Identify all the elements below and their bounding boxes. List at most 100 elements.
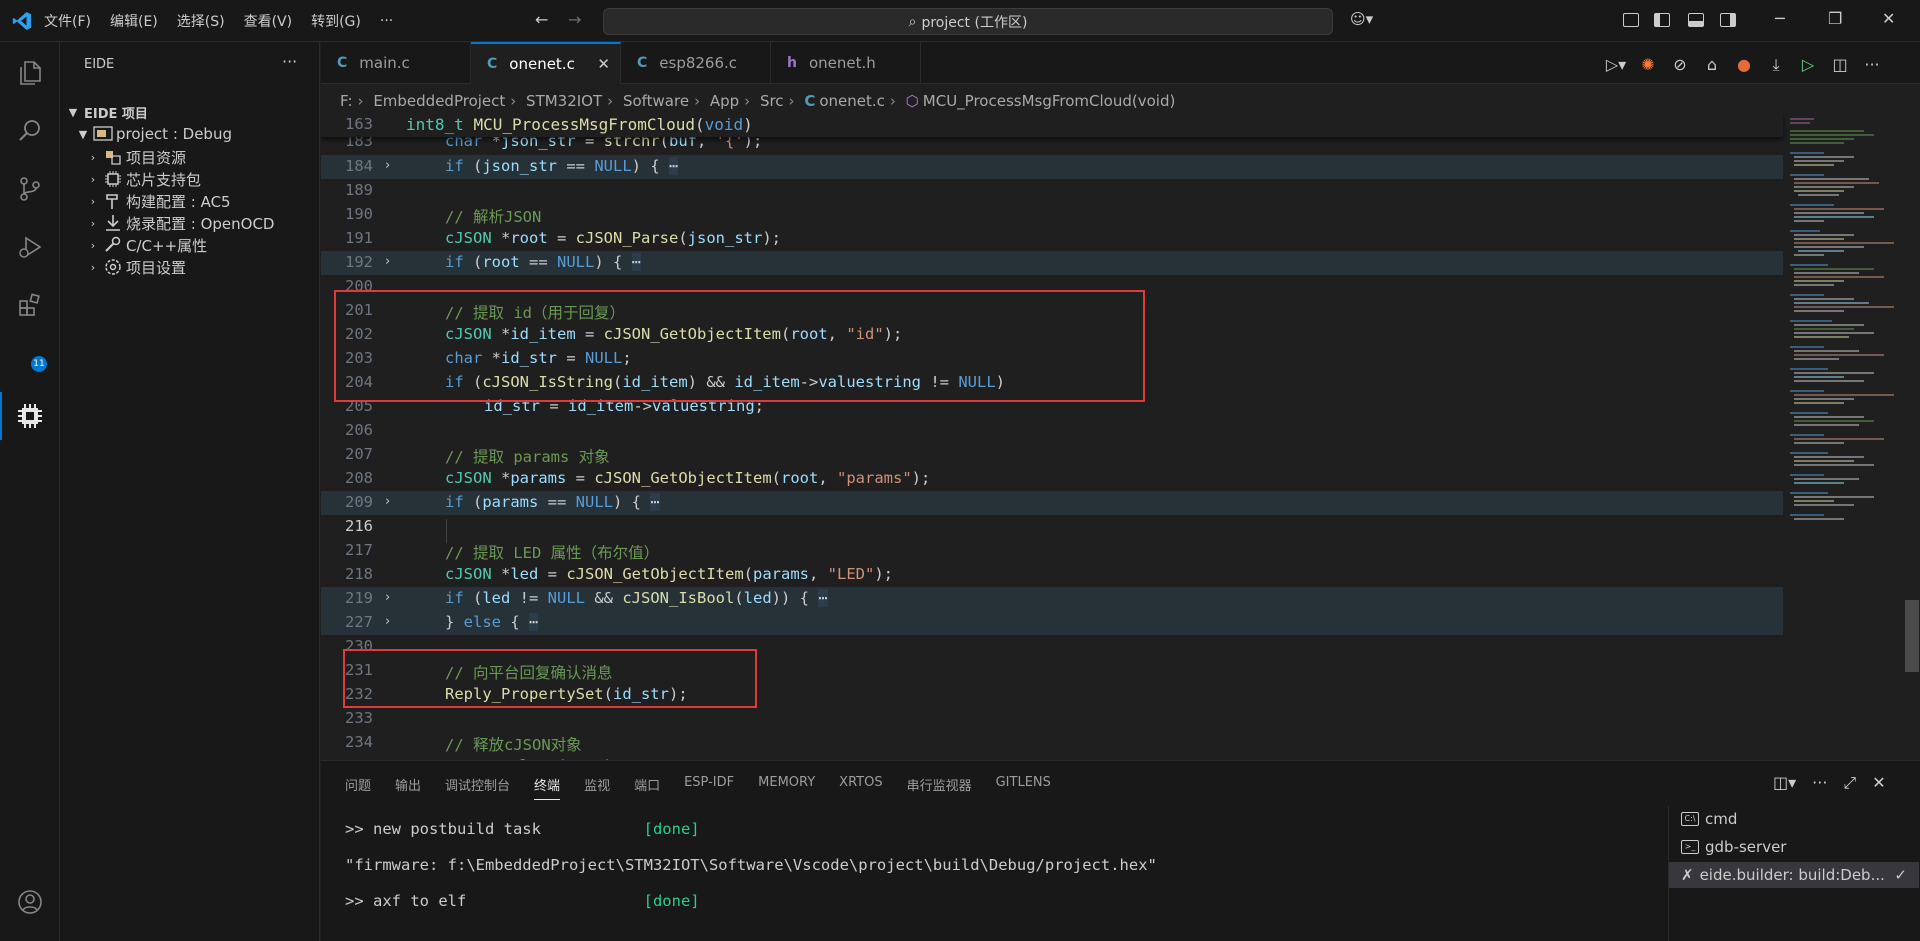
breadcrumb-item[interactable]: App: [710, 92, 739, 110]
tree-project[interactable]: ▼ project : Debug: [60, 123, 320, 145]
panel-tab-output[interactable]: 输出: [395, 775, 421, 800]
minimize-icon[interactable]: ─: [1775, 9, 1785, 28]
explorer-icon[interactable]: [14, 57, 46, 89]
panel-tab-xrtos[interactable]: XRTOS: [839, 775, 882, 800]
panel-tab-terminal[interactable]: 终端: [534, 775, 561, 800]
tab-main-c[interactable]: C main.c: [321, 42, 471, 84]
toggle-primary-sidebar-icon[interactable]: [1654, 13, 1670, 27]
play-icon[interactable]: ▷: [1792, 55, 1824, 75]
copilot-icon[interactable]: ☺▾: [1350, 10, 1373, 28]
extensions-icon[interactable]: [14, 289, 46, 321]
tree-item-resources[interactable]: › 项目资源: [60, 146, 320, 168]
code-line-folded[interactable]: 219 › if (led != NULL && cJSON_IsBool(le…: [321, 587, 1783, 611]
menu-view[interactable]: 查看(V): [244, 11, 293, 31]
eide-chip-icon[interactable]: [14, 400, 46, 432]
panel-tab-memory[interactable]: MEMORY: [758, 775, 815, 800]
close-tab-icon[interactable]: ✕: [597, 55, 610, 73]
sticky-scroll[interactable]: 163 int8_t MCU_ProcessMsgFromCloud(void): [321, 113, 1783, 137]
panel-tab-gitlens[interactable]: GITLENS: [996, 775, 1051, 800]
tab-onenet-h[interactable]: h onenet.h: [771, 42, 921, 84]
restore-icon[interactable]: ❐: [1828, 9, 1842, 28]
panel-tab-esp-idf[interactable]: ESP-IDF: [684, 775, 734, 800]
run-dropdown-icon[interactable]: ▷▾: [1600, 55, 1632, 75]
sparkle-icon[interactable]: ✺: [1632, 55, 1664, 75]
scrollbar-thumb[interactable]: [1905, 600, 1919, 672]
code-line-folded[interactable]: 192 › if (root == NULL) { ⋯: [321, 251, 1783, 275]
account-icon[interactable]: [14, 886, 46, 918]
code-line-folded[interactable]: 209 › if (params == NULL) { ⋯: [321, 491, 1783, 515]
more-actions-icon[interactable]: ···: [1812, 773, 1827, 793]
code-line[interactable]: 233: [321, 707, 1783, 731]
line-number: 190: [345, 205, 373, 223]
flash-download-icon[interactable]: ⤓: [1760, 55, 1792, 75]
close-panel-icon[interactable]: ✕: [1872, 773, 1885, 793]
panel-tab-problems[interactable]: 问题: [345, 775, 371, 800]
eye-off-icon[interactable]: ⊘: [1664, 55, 1696, 75]
tab-onenet-c[interactable]: C onenet.c ✕: [471, 42, 621, 84]
code-line-folded[interactable]: 227 › } else { ⋯: [321, 611, 1783, 635]
forward-arrow-icon[interactable]: →: [568, 10, 581, 29]
toggle-secondary-sidebar-icon[interactable]: [1720, 13, 1736, 27]
breadcrumb-item[interactable]: EmbeddedProject: [373, 92, 505, 110]
maximize-panel-icon[interactable]: ⤢: [1843, 773, 1856, 793]
customize-layout-icon[interactable]: [1623, 13, 1639, 27]
more-actions-icon[interactable]: ···: [1856, 55, 1888, 75]
tree-label: 构建配置 : AC5: [126, 192, 231, 211]
code-line[interactable]: 234 // 释放cJSON对象: [321, 731, 1783, 755]
terminal-item-eide-builder[interactable]: ✗ eide.builder: build:Deb... ✓: [1669, 862, 1919, 888]
breadcrumb-item[interactable]: Software: [623, 92, 689, 110]
code-line[interactable]: 206: [321, 419, 1783, 443]
code-line[interactable]: 217 // 提取 LED 属性（布尔值）: [321, 539, 1783, 563]
panel-tab-ports[interactable]: 端口: [634, 775, 660, 800]
minimap[interactable]: [1784, 113, 1904, 533]
code-editor[interactable]: 163 int8_t MCU_ProcessMsgFromCloud(void)…: [321, 113, 1920, 760]
breadcrumb-item[interactable]: MCU_ProcessMsgFromCloud(void): [923, 92, 1176, 110]
fold-chevron-icon[interactable]: ›: [385, 158, 390, 173]
code-line[interactable]: 189: [321, 179, 1783, 203]
code-line[interactable]: 216: [321, 515, 1783, 539]
cc-icon[interactable]: ●: [1728, 55, 1760, 75]
panel-tab-debug-console[interactable]: 调试控制台: [445, 775, 510, 800]
breadcrumb-item[interactable]: onenet.c: [819, 92, 885, 110]
code-line[interactable]: 208 cJSON *params = cJSON_GetObjectItem(…: [321, 467, 1783, 491]
code-line[interactable]: 190 // 解析JSON: [321, 203, 1783, 227]
tree-item-chip-package[interactable]: › 芯片支持包: [60, 168, 320, 190]
tab-esp8266-c[interactable]: C esp8266.c: [621, 42, 771, 84]
more-actions-icon[interactable]: ···: [282, 52, 297, 71]
fold-chevron-icon[interactable]: ›: [385, 254, 390, 269]
tree-item-project-settings[interactable]: › 项目设置: [60, 256, 320, 278]
menu-selection[interactable]: 选择(S): [177, 11, 225, 31]
command-center-search[interactable]: ⌕ project (工作区): [603, 8, 1333, 35]
menu-go[interactable]: 转到(G): [311, 11, 361, 31]
breadcrumb-item[interactable]: STM32IOT: [526, 92, 602, 110]
panel-tab-serial-monitor[interactable]: 串行监视器: [907, 775, 972, 800]
code-line[interactable]: 191 cJSON *root = cJSON_Parse(json_str);: [321, 227, 1783, 251]
breadcrumb-item[interactable]: F:: [340, 92, 353, 110]
menu-file[interactable]: 文件(F): [44, 11, 91, 31]
breadcrumb-item[interactable]: Src: [760, 92, 784, 110]
tree-item-flash-config[interactable]: › 烧录配置 : OpenOCD: [60, 212, 320, 234]
split-terminal-icon[interactable]: ◫▾: [1773, 773, 1796, 793]
toggle-panel-icon[interactable]: [1688, 13, 1704, 27]
menu-edit[interactable]: 编辑(E): [110, 11, 158, 31]
code-line[interactable]: 207 // 提取 params 对象: [321, 443, 1783, 467]
build-icon[interactable]: ⌂: [1696, 55, 1728, 75]
fold-chevron-icon[interactable]: ›: [385, 494, 390, 509]
panel-tab-watch[interactable]: 监视: [584, 775, 610, 800]
code-line[interactable]: 218 cJSON *led = cJSON_GetObjectItem(par…: [321, 563, 1783, 587]
tree-item-cpp-properties[interactable]: › C/C++属性: [60, 234, 320, 256]
eide-project-section[interactable]: ▼ EIDE 项目: [60, 101, 320, 123]
terminal-item-cmd[interactable]: C:\ cmd: [1669, 806, 1919, 832]
search-icon[interactable]: [14, 115, 46, 147]
menu-more[interactable]: ···: [380, 13, 393, 29]
fold-chevron-icon[interactable]: ›: [385, 590, 390, 605]
split-editor-icon[interactable]: ◫: [1824, 55, 1856, 75]
back-arrow-icon[interactable]: ←: [535, 10, 548, 29]
tree-item-build-config[interactable]: › 构建配置 : AC5: [60, 190, 320, 212]
fold-chevron-icon[interactable]: ›: [385, 614, 390, 629]
close-window-icon[interactable]: ✕: [1882, 9, 1895, 28]
source-control-icon[interactable]: [14, 173, 46, 205]
run-debug-icon[interactable]: [14, 231, 46, 263]
terminal-item-gdb-server[interactable]: >_ gdb-server: [1669, 834, 1919, 860]
code-line-folded[interactable]: 184 › if (json_str == NULL) { ⋯: [321, 155, 1783, 179]
